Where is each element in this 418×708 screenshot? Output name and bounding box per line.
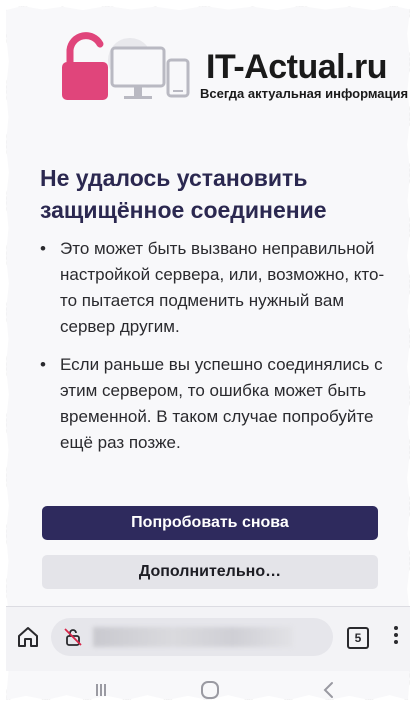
- system-navigation-bar: [6, 670, 410, 700]
- address-bar[interactable]: [51, 618, 333, 656]
- home-circle-icon[interactable]: [200, 680, 220, 700]
- bullet-icon: •: [40, 239, 46, 258]
- watermark-tagline: Всегда актуальная информация: [200, 86, 409, 101]
- browser-toolbar: 5: [6, 606, 410, 671]
- watermark-logo: IT-Actual.ru Всегда актуальная информаци…: [52, 28, 408, 108]
- recents-icon[interactable]: [94, 683, 108, 697]
- watermark-title: IT-Actual.ru: [206, 48, 388, 86]
- kebab-menu-icon[interactable]: [391, 623, 401, 651]
- error-heading: Не удалось установить защищённое соедине…: [40, 165, 327, 223]
- list-item: • Это может быть вызвано неправильной на…: [40, 236, 385, 340]
- url-text[interactable]: [93, 627, 293, 647]
- list-item: • Если раньше вы успешно соединялись с э…: [40, 352, 385, 456]
- broken-lock-icon[interactable]: [63, 627, 83, 647]
- error-explanation-list: • Это может быть вызвано неправильной на…: [40, 236, 385, 468]
- broken-lock-computer-logo-icon: [62, 32, 190, 100]
- home-icon[interactable]: [16, 625, 40, 649]
- advanced-button[interactable]: Дополнительно…: [42, 555, 378, 589]
- bullet-text: Если раньше вы успешно соединялись с эти…: [60, 355, 383, 452]
- bullet-text: Это может быть вызвано неправильной наст…: [60, 239, 385, 336]
- try-again-button[interactable]: Попробовать снова: [42, 506, 378, 540]
- tab-counter-button[interactable]: 5: [347, 627, 369, 649]
- bullet-icon: •: [40, 355, 46, 374]
- back-chevron-icon[interactable]: [322, 681, 334, 699]
